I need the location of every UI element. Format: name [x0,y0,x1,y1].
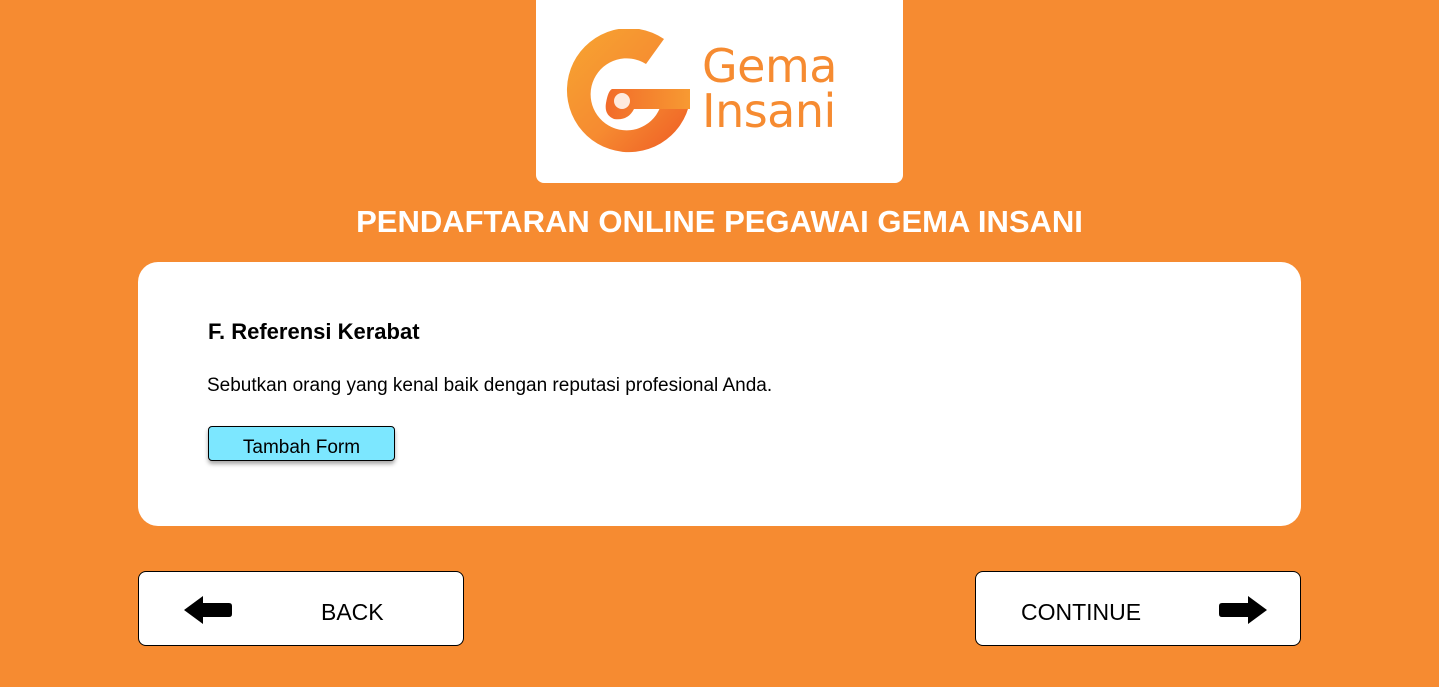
brand-name-line2: Insani [702,84,836,138]
back-button-label: BACK [321,599,384,625]
brand-name-line1: Gema [702,39,837,93]
section-description: Sebutkan orang yang kenal baik dengan re… [207,375,773,396]
arrow-right-icon [1219,596,1267,624]
form-card: F. Referensi Kerabat Sebutkan orang yang… [138,262,1301,526]
add-form-button[interactable]: Tambah Form [208,426,395,461]
page-title: PENDAFTARAN ONLINE PEGAWAI GEMA INSANI [356,204,1083,239]
section-title: F. Referensi Kerabat [208,319,420,344]
arrow-left-icon [184,596,232,624]
brand-wordmark: Gema Insani [702,39,837,138]
continue-button[interactable]: CONTINUE [975,571,1301,646]
back-button[interactable]: BACK [138,571,464,646]
gema-insani-logo-icon [566,29,690,153]
logo-container: Gema Insani [536,0,903,183]
continue-button-label: CONTINUE [1021,599,1142,625]
